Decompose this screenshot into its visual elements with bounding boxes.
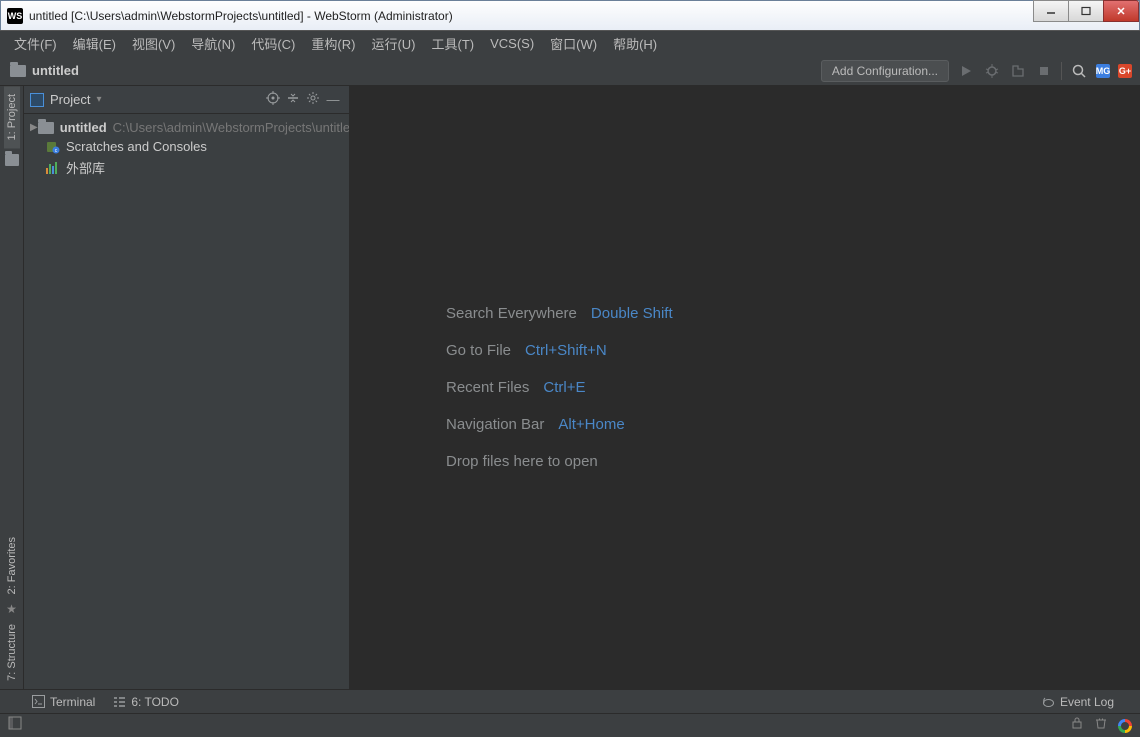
menu-run[interactable]: 运行(U) [363, 32, 423, 55]
gear-icon[interactable] [303, 91, 323, 108]
folder-icon[interactable] [5, 154, 19, 166]
project-panel-title[interactable]: Project [50, 92, 90, 107]
terminal-tool-button[interactable]: Terminal [32, 695, 95, 709]
todo-tool-button[interactable]: 6: TODO [113, 695, 179, 709]
menu-vcs[interactable]: VCS(S) [482, 34, 542, 53]
project-view-icon [30, 93, 44, 107]
breadcrumb-project[interactable]: untitled [32, 63, 821, 78]
menu-refactor[interactable]: 重构(R) [303, 32, 363, 55]
status-bar [0, 713, 1140, 737]
menu-window[interactable]: 窗口(W) [542, 32, 605, 55]
hint-drop-files: Drop files here to open [446, 453, 598, 470]
event-log-button[interactable]: Event Log [1042, 695, 1114, 709]
tree-external-libs[interactable]: 外部库 [24, 156, 349, 179]
debug-icon[interactable] [983, 62, 1001, 80]
lock-icon[interactable] [1070, 716, 1084, 735]
run-icon[interactable] [957, 62, 975, 80]
menu-view[interactable]: 视图(V) [124, 32, 183, 55]
webstorm-icon: WS [7, 8, 23, 24]
google-plus-icon[interactable]: G+ [1118, 64, 1132, 78]
todo-label: 6: TODO [131, 695, 179, 709]
stop-icon[interactable] [1035, 62, 1053, 80]
tree-scratches[interactable]: c Scratches and Consoles [24, 137, 349, 156]
expand-arrow-icon[interactable]: ▶ [30, 122, 38, 133]
hint-label: Navigation Bar [446, 416, 544, 433]
hint-shortcut: Ctrl+Shift+N [525, 342, 607, 359]
trash-icon[interactable] [1094, 716, 1108, 735]
menu-file[interactable]: 文件(F) [6, 32, 65, 55]
hint-recent-files: Recent Files Ctrl+E [446, 379, 585, 396]
locate-icon[interactable] [263, 91, 283, 108]
event-log-label: Event Log [1060, 695, 1114, 709]
editor-empty-state[interactable]: Search Everywhere Double Shift Go to Fil… [350, 86, 1140, 689]
hint-label: Recent Files [446, 379, 529, 396]
hint-shortcut: Ctrl+E [543, 379, 585, 396]
hint-go-to-file: Go to File Ctrl+Shift+N [446, 342, 607, 359]
hint-search-everywhere: Search Everywhere Double Shift [446, 305, 673, 322]
search-icon[interactable] [1070, 62, 1088, 80]
left-tool-gutter: 1: Project 2: Favorites ★ 7: Structure [0, 86, 24, 689]
window-close-button[interactable] [1103, 0, 1139, 22]
menu-help[interactable]: 帮助(H) [605, 32, 665, 55]
terminal-label: Terminal [50, 695, 95, 709]
window-minimize-button[interactable] [1033, 0, 1069, 22]
window-maximize-button[interactable] [1068, 0, 1104, 22]
folder-icon [38, 122, 54, 134]
tree-external-libs-label: 外部库 [66, 158, 105, 177]
tool-windows-toggle-icon[interactable] [8, 716, 22, 735]
library-icon [46, 162, 60, 174]
hint-label: Go to File [446, 342, 511, 359]
project-tool-window: Project ▾ — ▶ untitled C:\Users\admin\We… [24, 86, 350, 689]
menu-edit[interactable]: 编辑(E) [65, 32, 124, 55]
hint-navigation-bar: Navigation Bar Alt+Home [446, 416, 625, 433]
window-titlebar: WS untitled [C:\Users\admin\WebstormProj… [0, 0, 1140, 30]
hint-shortcut: Alt+Home [558, 416, 624, 433]
chevron-down-icon[interactable]: ▾ [96, 94, 101, 105]
structure-tool-tab[interactable]: 7: Structure [4, 616, 20, 689]
menu-bar: 文件(F) 编辑(E) 视图(V) 导航(N) 代码(C) 重构(R) 运行(U… [0, 30, 1140, 56]
hint-label: Drop files here to open [446, 453, 598, 470]
favorites-tool-tab[interactable]: 2: Favorites [4, 529, 20, 602]
tree-root-name: untitled [60, 120, 107, 135]
google-account-icon[interactable] [1118, 719, 1132, 733]
project-tree[interactable]: ▶ untitled C:\Users\admin\WebstormProjec… [24, 114, 349, 183]
scratches-icon: c [46, 140, 60, 154]
window-title: untitled [C:\Users\admin\WebstormProject… [29, 9, 1034, 23]
hide-panel-icon[interactable]: — [323, 92, 343, 107]
star-icon: ★ [6, 602, 17, 616]
tree-root[interactable]: ▶ untitled C:\Users\admin\WebstormProjec… [24, 118, 349, 137]
add-configuration-button[interactable]: Add Configuration... [821, 60, 949, 82]
folder-icon [10, 65, 26, 77]
menu-code[interactable]: 代码(C) [243, 32, 303, 55]
menu-navigate[interactable]: 导航(N) [183, 32, 243, 55]
coverage-icon[interactable] [1009, 62, 1027, 80]
translate-plugin-icon[interactable]: MG [1096, 64, 1110, 78]
tree-scratches-label: Scratches and Consoles [66, 139, 207, 154]
project-tool-tab[interactable]: 1: Project [4, 86, 20, 148]
hint-shortcut: Double Shift [591, 305, 673, 322]
project-panel-header: Project ▾ — [24, 86, 349, 114]
navigation-bar: untitled Add Configuration... MG G+ [0, 56, 1140, 86]
hint-label: Search Everywhere [446, 305, 577, 322]
bottom-tool-bar: Terminal 6: TODO Event Log [0, 689, 1140, 713]
collapse-all-icon[interactable] [283, 91, 303, 108]
tree-root-path: C:\Users\admin\WebstormProjects\untitled [113, 120, 349, 135]
menu-tools[interactable]: 工具(T) [423, 32, 482, 55]
